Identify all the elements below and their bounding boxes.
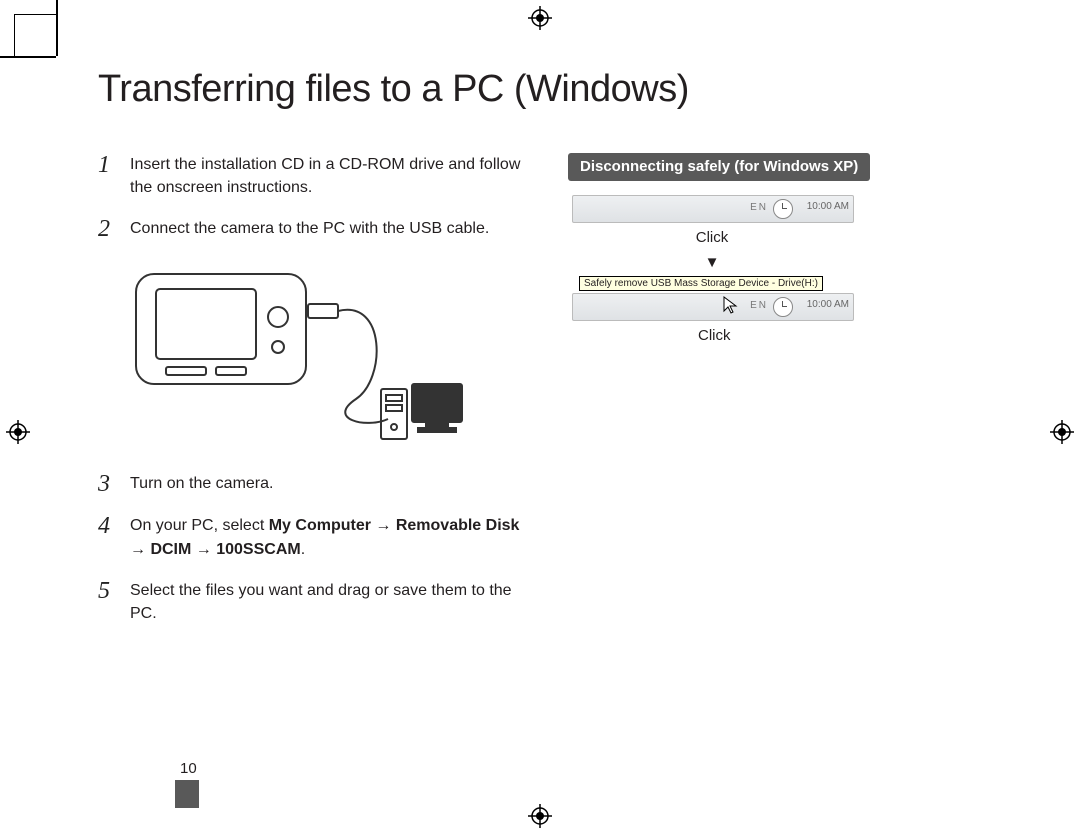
click-label-2: Click: [568, 327, 986, 344]
crop-ext-h: [0, 56, 56, 58]
registration-mark-right: [1050, 420, 1074, 444]
disconnect-column: Disconnecting safely (for Windows XP) EN…: [568, 153, 998, 643]
step-text: Insert the installation CD in a CD-ROM d…: [130, 153, 528, 199]
taskbar-1: EN 10:00 AM: [572, 195, 854, 223]
safely-remove-icon[interactable]: [773, 297, 793, 317]
tray-lang: EN: [750, 202, 768, 213]
step-text: Select the files you want and drag or sa…: [130, 579, 528, 625]
tray-clock: 10:00 AM: [807, 299, 849, 310]
step-1: 1 Insert the installation CD in a CD-ROM…: [98, 153, 528, 199]
steps-column: 1 Insert the installation CD in a CD-ROM…: [98, 153, 528, 643]
step-text: Turn on the camera.: [130, 472, 528, 496]
crop-mark-tl: [14, 14, 57, 57]
step-5: 5 Select the files you want and drag or …: [98, 579, 528, 625]
tray-lang: EN: [750, 300, 768, 311]
page-tab: [175, 780, 199, 808]
page-number: 10: [180, 760, 197, 777]
step-number: 2: [98, 217, 116, 241]
step-text: On your PC, select My Computer → Removab…: [130, 514, 528, 560]
page-title: Transferring files to a PC (Windows): [98, 68, 998, 111]
step-2: 2 Connect the camera to the PC with the …: [98, 217, 528, 241]
step-text: Connect the camera to the PC with the US…: [130, 217, 528, 241]
registration-mark-top: [528, 6, 552, 30]
taskbar-2: Safely remove USB Mass Storage Device - …: [572, 293, 854, 321]
tray-clock: 10:00 AM: [807, 201, 849, 212]
step-number: 5: [98, 579, 116, 625]
cursor-icon: [723, 296, 739, 321]
step4-post: .: [301, 541, 305, 558]
step-4: 4 On your PC, select My Computer → Remov…: [98, 514, 528, 560]
disconnect-panel-title: Disconnecting safely (for Windows XP): [568, 153, 870, 181]
step-3: 3 Turn on the camera.: [98, 472, 528, 496]
page-body: Transferring files to a PC (Windows) 1 I…: [98, 68, 998, 643]
safely-remove-icon[interactable]: [773, 199, 793, 219]
registration-mark-left: [6, 420, 30, 444]
down-arrow-icon: ▼: [568, 254, 856, 271]
registration-mark-bottom: [528, 804, 552, 828]
crop-ext-v: [56, 0, 58, 56]
safely-remove-tooltip[interactable]: Safely remove USB Mass Storage Device - …: [579, 276, 823, 291]
step-number: 3: [98, 472, 116, 496]
click-label-1: Click: [568, 229, 856, 246]
camera-pc-illustration: [126, 259, 528, 454]
step4-pre: On your PC, select: [130, 517, 269, 534]
step-number: 1: [98, 153, 116, 199]
step-number: 4: [98, 514, 116, 560]
